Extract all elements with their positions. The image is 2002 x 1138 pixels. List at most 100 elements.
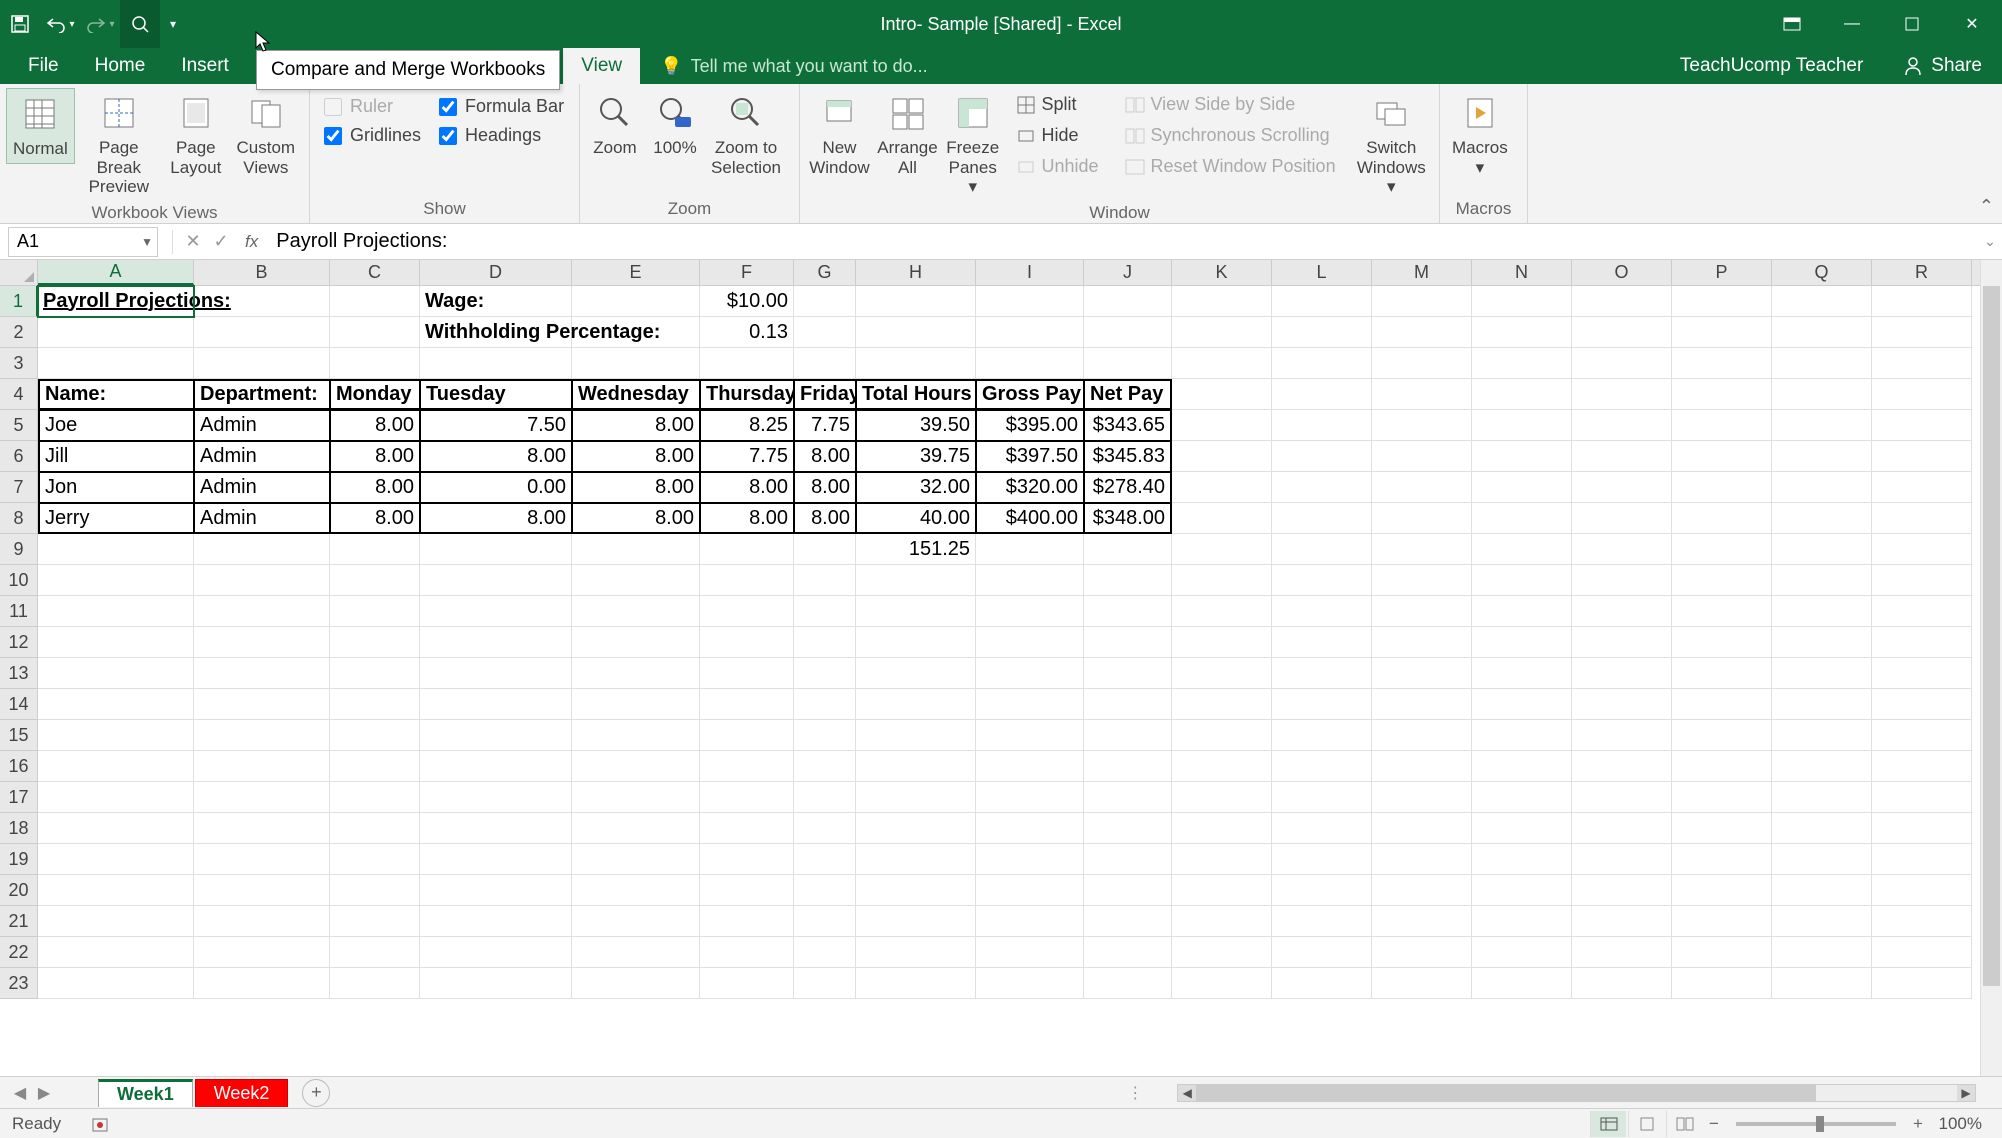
- cell[interactable]: [1272, 627, 1372, 658]
- cell[interactable]: $320.00: [976, 472, 1084, 503]
- cell[interactable]: [700, 875, 794, 906]
- cell[interactable]: [1472, 317, 1572, 348]
- cell[interactable]: [1872, 813, 1972, 844]
- cell[interactable]: [1472, 844, 1572, 875]
- cell[interactable]: [1084, 689, 1172, 720]
- cell[interactable]: [194, 906, 330, 937]
- zoom-100-button[interactable]: 100%: [646, 88, 704, 162]
- cell[interactable]: [1272, 472, 1372, 503]
- name-box[interactable]: A1 ▼: [8, 227, 158, 257]
- cell[interactable]: [976, 689, 1084, 720]
- cell[interactable]: [976, 720, 1084, 751]
- cell[interactable]: [1472, 720, 1572, 751]
- column-header[interactable]: N: [1472, 260, 1572, 285]
- cell[interactable]: [194, 627, 330, 658]
- cell[interactable]: [38, 534, 194, 565]
- cell[interactable]: [1772, 410, 1872, 441]
- cell[interactable]: [1872, 379, 1972, 410]
- cell[interactable]: 7.75: [794, 410, 856, 441]
- cell[interactable]: [1872, 689, 1972, 720]
- cell[interactable]: [700, 813, 794, 844]
- cell[interactable]: $343.65: [1084, 410, 1172, 441]
- cell[interactable]: 40.00: [856, 503, 976, 534]
- row-header[interactable]: 12: [0, 627, 38, 658]
- cell[interactable]: [1472, 875, 1572, 906]
- cell[interactable]: [1172, 689, 1272, 720]
- cell[interactable]: [856, 875, 976, 906]
- cell[interactable]: [1172, 844, 1272, 875]
- cell[interactable]: [1672, 286, 1772, 317]
- cell[interactable]: [1084, 782, 1172, 813]
- cell[interactable]: [794, 565, 856, 596]
- cell[interactable]: 8.00: [794, 503, 856, 534]
- cell[interactable]: [794, 348, 856, 379]
- cell[interactable]: [1172, 441, 1272, 472]
- cell[interactable]: [420, 875, 572, 906]
- cell[interactable]: [856, 689, 976, 720]
- cell[interactable]: 8.00: [700, 472, 794, 503]
- cell[interactable]: [1084, 844, 1172, 875]
- select-all-button[interactable]: [0, 260, 38, 285]
- cell[interactable]: [330, 286, 420, 317]
- cell[interactable]: [1084, 875, 1172, 906]
- column-header[interactable]: I: [976, 260, 1084, 285]
- cell[interactable]: [1272, 782, 1372, 813]
- cell[interactable]: [1672, 782, 1772, 813]
- cell[interactable]: [976, 348, 1084, 379]
- cell[interactable]: Jerry: [38, 503, 194, 534]
- cell[interactable]: [794, 286, 856, 317]
- row-header[interactable]: 11: [0, 596, 38, 627]
- cell[interactable]: [1472, 937, 1572, 968]
- cell[interactable]: [1572, 720, 1672, 751]
- cell[interactable]: [1084, 565, 1172, 596]
- tab-view[interactable]: View: [563, 48, 640, 84]
- vertical-scrollbar[interactable]: [1980, 260, 2002, 1076]
- cell[interactable]: [1272, 534, 1372, 565]
- cell[interactable]: [572, 534, 700, 565]
- cell[interactable]: [1172, 906, 1272, 937]
- cell[interactable]: [856, 565, 976, 596]
- column-header[interactable]: A: [38, 260, 194, 285]
- cell[interactable]: [1272, 441, 1372, 472]
- cell[interactable]: [700, 534, 794, 565]
- scroll-left-icon[interactable]: ◀: [1178, 1085, 1196, 1101]
- cell[interactable]: [1772, 379, 1872, 410]
- row-header[interactable]: 3: [0, 348, 38, 379]
- cell[interactable]: [1372, 906, 1472, 937]
- cell[interactable]: [976, 317, 1084, 348]
- cell[interactable]: [1872, 720, 1972, 751]
- cell[interactable]: 151.25: [856, 534, 976, 565]
- cell[interactable]: [1872, 751, 1972, 782]
- normal-view-button[interactable]: Normal: [6, 88, 75, 164]
- cell[interactable]: [420, 844, 572, 875]
- cell[interactable]: [330, 534, 420, 565]
- cell[interactable]: [976, 596, 1084, 627]
- cell[interactable]: [1372, 565, 1472, 596]
- cell[interactable]: [700, 968, 794, 999]
- column-header[interactable]: E: [572, 260, 700, 285]
- cell[interactable]: [1572, 286, 1672, 317]
- cell[interactable]: [1372, 410, 1472, 441]
- cell[interactable]: [330, 565, 420, 596]
- cell[interactable]: [1772, 472, 1872, 503]
- ribbon-display-options-icon[interactable]: [1762, 0, 1822, 48]
- freeze-panes-button[interactable]: Freeze Panes ▾: [942, 88, 1003, 201]
- cell[interactable]: Jon: [38, 472, 194, 503]
- cell[interactable]: [1272, 410, 1372, 441]
- cell[interactable]: [572, 968, 700, 999]
- cell[interactable]: [1872, 937, 1972, 968]
- cell[interactable]: [38, 720, 194, 751]
- cell[interactable]: [194, 751, 330, 782]
- cell[interactable]: [1172, 813, 1272, 844]
- cell[interactable]: [1672, 689, 1772, 720]
- cell[interactable]: [1772, 317, 1872, 348]
- tab-insert[interactable]: Insert: [163, 48, 269, 84]
- cell[interactable]: [1372, 627, 1472, 658]
- column-header[interactable]: B: [194, 260, 330, 285]
- cell[interactable]: 8.00: [794, 441, 856, 472]
- cell[interactable]: 8.00: [794, 472, 856, 503]
- cell[interactable]: [700, 720, 794, 751]
- cell[interactable]: [1084, 968, 1172, 999]
- compare-merge-icon[interactable]: [120, 0, 160, 48]
- cell[interactable]: [1372, 813, 1472, 844]
